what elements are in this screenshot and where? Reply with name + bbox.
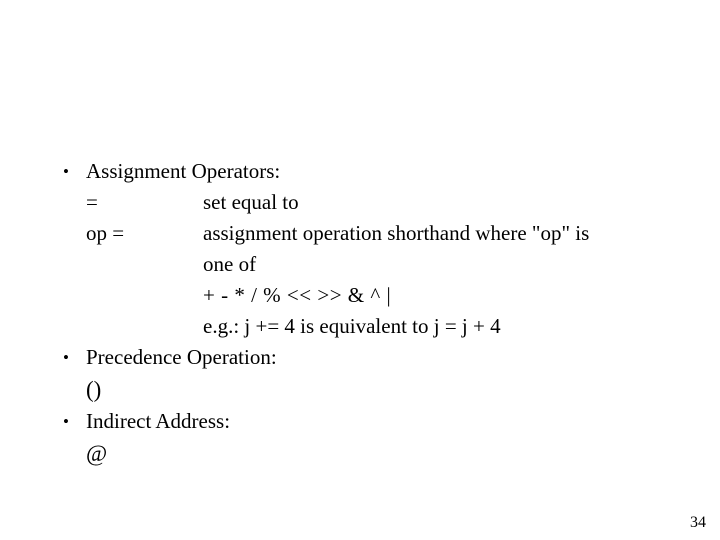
definition-label-equals: = <box>86 190 98 214</box>
definition-continuation-one-of: one of <box>203 252 257 276</box>
slide-canvas: • Assignment Operators: = set equal to op… <box>0 0 720 540</box>
bullet-assignment-operators: • Assignment Operators: <box>54 156 694 187</box>
definition-label-op-equals: op = <box>86 221 125 245</box>
bullet-indirect-address: • Indirect Address: <box>54 406 694 437</box>
indirect-address-symbol: @ <box>86 441 108 466</box>
slide-title-placeholder <box>54 30 666 140</box>
precedence-symbol: () <box>86 377 102 402</box>
bullet-precedence-operation: • Precedence Operation: <box>54 342 694 373</box>
bullet-dot-icon: • <box>63 412 69 431</box>
definition-row-op-equals: op = assignment operation shorthand where… <box>86 218 694 249</box>
slide-page-number: 34 <box>690 514 706 531</box>
definition-row-equals: = set equal to <box>86 187 694 218</box>
bullet-label-indirect-address: Indirect Address: <box>86 409 231 433</box>
bullet-label-assignment-operators: Assignment Operators: <box>86 159 281 183</box>
slide-body-content: • Assignment Operators: = set equal to op… <box>54 156 694 470</box>
definition-desc-op-equals: assignment operation shorthand where "op… <box>203 221 590 245</box>
operator-symbols-list: + - * / % << >> & ^ | <box>203 283 392 307</box>
bullet-dot-icon: • <box>63 162 69 181</box>
definition-desc-equals: set equal to <box>203 190 299 214</box>
bullet-dot-icon: • <box>63 348 69 367</box>
assignment-example-text: e.g.: j += 4 is equivalent to j = j + 4 <box>203 314 501 338</box>
bullet-label-precedence-operation: Precedence Operation: <box>86 345 277 369</box>
